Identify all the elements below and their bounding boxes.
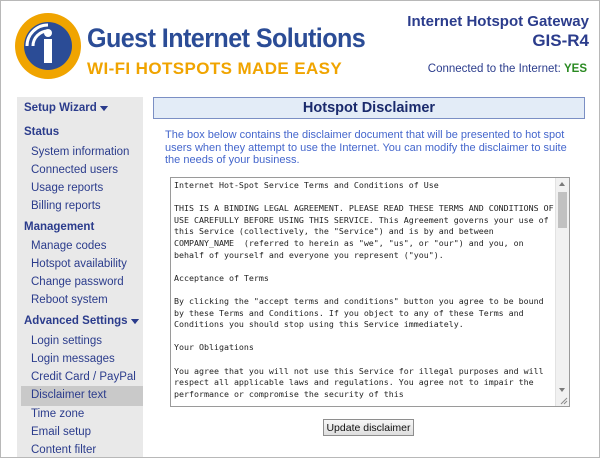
sidebar-heading-management: Management (24, 221, 95, 233)
sidebar-item-content-filter[interactable]: Content filter (31, 444, 96, 456)
intro-text: The box below contains the disclaimer do… (165, 129, 567, 166)
product-model: GIS-R4 (532, 31, 589, 50)
scroll-down-icon[interactable] (559, 388, 565, 392)
sidebar-item-login-settings[interactable]: Login settings (31, 335, 102, 347)
sidebar-item-reboot-system[interactable]: Reboot system (31, 294, 108, 306)
scroll-thumb[interactable] (558, 192, 567, 228)
update-disclaimer-button[interactable]: Update disclaimer (323, 419, 414, 436)
sidebar-item-system-information[interactable]: System information (31, 146, 129, 158)
sidebar-item-usage-reports[interactable]: Usage reports (31, 182, 103, 194)
sidebar-advanced-settings[interactable]: Advanced Settings (24, 315, 139, 327)
expand-chevron-icon (130, 319, 139, 324)
gis-logo-icon (15, 13, 81, 79)
sidebar-item-login-messages[interactable]: Login messages (31, 353, 115, 365)
sidebar-item-manage-codes[interactable]: Manage codes (31, 240, 106, 252)
page-frame: Guest Internet Solutions WI-FI HOTSPOTS … (0, 0, 600, 458)
advanced-settings-label: Advanced Settings (24, 315, 128, 327)
product-name: Internet Hotspot Gateway (407, 13, 589, 30)
sidebar-item-credit-card-paypal[interactable]: Credit Card / PayPal (31, 371, 136, 383)
resize-grip-icon[interactable] (560, 397, 568, 405)
brand-tagline: WI-FI HOTSPOTS MADE EASY (87, 59, 343, 78)
disclaimer-text-content[interactable]: Internet Hot-Spot Service Terms and Cond… (174, 180, 554, 406)
sidebar-item-connected-users[interactable]: Connected users (31, 164, 118, 176)
connection-status-value: YES (563, 63, 587, 75)
sidebar-heading-status: Status (24, 126, 60, 138)
sidebar-item-hotspot-availability[interactable]: Hotspot availability (31, 258, 127, 270)
sidebar-item-disclaimer-text[interactable]: Disclaimer text (31, 389, 106, 401)
product-info: Internet Hotspot Gateway GIS-R4 (407, 13, 589, 51)
brand-logo[interactable]: Guest Internet Solutions WI-FI HOTSPOTS … (13, 9, 366, 87)
sidebar-item-billing-reports[interactable]: Billing reports (31, 200, 101, 212)
page-title: Hotspot Disclaimer (153, 97, 585, 119)
sidebar-item-change-password[interactable]: Change password (31, 276, 124, 288)
sidebar-nav: Setup Wizard Status System information C… (17, 97, 143, 457)
disclaimer-textarea[interactable]: Internet Hot-Spot Service Terms and Cond… (170, 177, 570, 407)
connection-label: Connected to the Internet: (427, 63, 561, 75)
textarea-scrollbar[interactable] (555, 178, 569, 406)
brand-name: Guest Internet Solutions (87, 23, 366, 53)
scroll-up-icon[interactable] (559, 182, 565, 186)
sidebar-item-time-zone[interactable]: Time zone (31, 408, 84, 420)
sidebar-item-email-setup[interactable]: Email setup (31, 426, 91, 438)
expand-chevron-icon (99, 106, 108, 111)
setup-wizard-label: Setup Wizard (24, 102, 97, 114)
connection-status: Connected to the Internet: YES (428, 63, 587, 75)
sidebar-setup-wizard[interactable]: Setup Wizard (24, 102, 108, 114)
